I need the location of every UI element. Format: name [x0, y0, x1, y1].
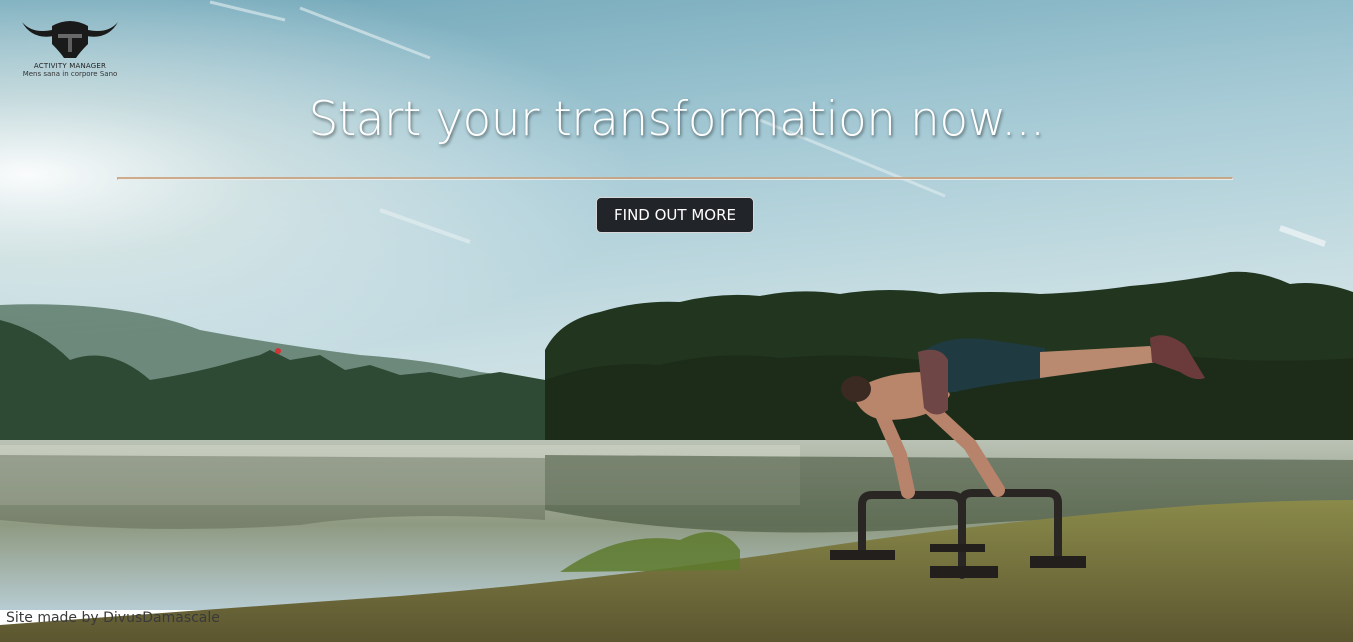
bull-helmet-icon	[22, 21, 118, 58]
footer-credit: Site made by DivusDamascale	[6, 610, 220, 626]
brand-logo[interactable]: ACTIVITY MANAGER Mens sana in corpore Sa…	[18, 14, 122, 78]
hero-section: ACTIVITY MANAGER Mens sana in corpore Sa…	[0, 0, 1353, 642]
hero-headline: Start your transformation now...	[308, 92, 1045, 147]
find-out-more-button[interactable]: FIND OUT MORE	[596, 197, 754, 233]
brand-name: ACTIVITY MANAGER	[33, 62, 107, 70]
hero-divider	[117, 177, 1233, 180]
brand-motto: Mens sana in corpore Sano	[22, 70, 118, 78]
